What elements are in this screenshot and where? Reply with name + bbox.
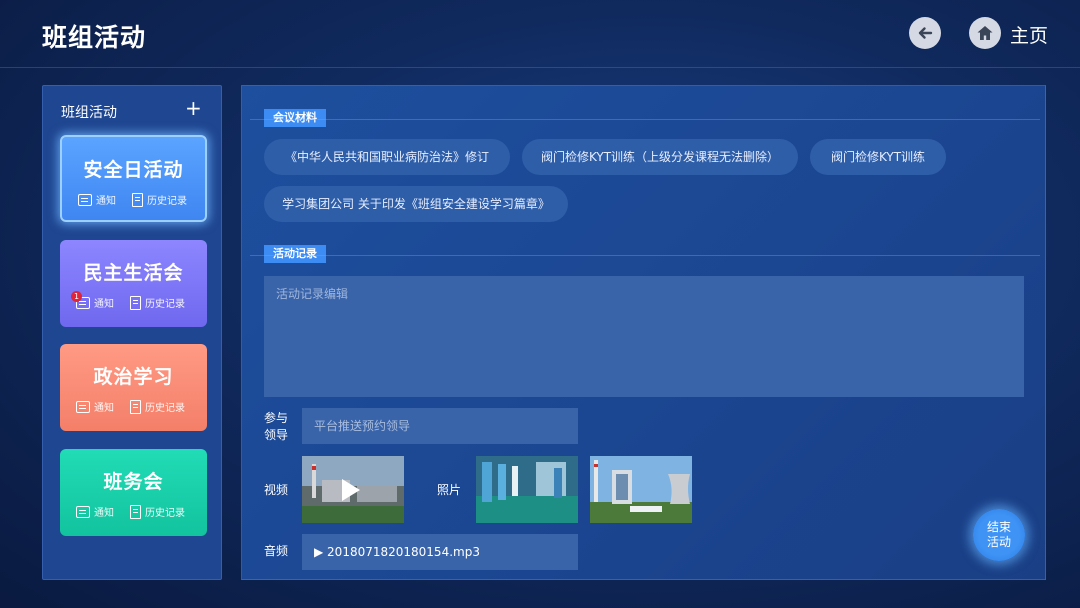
add-activity-button[interactable]: + xyxy=(185,98,202,118)
notice-label: 通知 xyxy=(94,403,114,414)
end-activity-button[interactable]: 结束活动 xyxy=(973,509,1025,561)
history-label: 历史记录 xyxy=(145,508,185,519)
card-democratic-meeting[interactable]: 民主生活会 1 通知 历史记录 xyxy=(60,240,207,327)
back-button[interactable] xyxy=(909,17,941,49)
end-activity-label: 结束活动 xyxy=(986,520,1011,549)
history-icon xyxy=(130,399,141,414)
sidebar-title: 班组活动 xyxy=(61,105,117,121)
photo-thumbnail-1[interactable] xyxy=(476,456,578,523)
activity-main-panel: 会议材料 《中华人民共和国职业病防治法》修订 阀门检修KYT训练（上级分发课程无… xyxy=(241,85,1046,580)
leader-label: 参与 领导 xyxy=(264,411,289,442)
photo-image-workshop xyxy=(476,456,578,523)
play-icon xyxy=(342,479,360,501)
notice-icon xyxy=(76,400,90,413)
notice-link[interactable]: 通知 xyxy=(78,192,116,207)
history-label: 历史记录 xyxy=(147,196,187,207)
card-political-study[interactable]: 政治学习 通知 历史记录 xyxy=(60,344,207,431)
card-title: 安全日活动 xyxy=(83,159,184,181)
photo-image-power-plant xyxy=(590,456,692,523)
history-link[interactable]: 历史记录 xyxy=(130,295,185,310)
activity-record-editor[interactable]: 活动记录编辑 xyxy=(264,276,1024,397)
home-icon xyxy=(977,26,993,40)
history-link[interactable]: 历史记录 xyxy=(130,399,185,414)
history-icon xyxy=(130,295,141,310)
audio-file-item[interactable]: ▶ 2018071820180154.mp3 xyxy=(302,534,578,570)
audio-label: 音频 xyxy=(264,544,289,558)
home-label[interactable]: 主页 xyxy=(1010,21,1048,48)
history-label: 历史记录 xyxy=(145,299,185,310)
video-thumbnail[interactable] xyxy=(302,456,404,523)
card-title: 班务会 xyxy=(103,471,164,493)
card-team-meeting[interactable]: 班务会 通知 历史记录 xyxy=(60,449,207,536)
material-chip[interactable]: 阀门检修KYT训练 xyxy=(810,139,946,175)
history-link[interactable]: 历史记录 xyxy=(132,192,187,207)
material-chip[interactable]: 阀门检修KYT训练（上级分发课程无法删除） xyxy=(522,139,798,175)
photo-thumbnail-2[interactable] xyxy=(590,456,692,523)
home-button[interactable] xyxy=(969,17,1001,49)
history-label: 历史记录 xyxy=(145,403,185,414)
arrow-left-icon xyxy=(918,27,933,39)
notice-label: 通知 xyxy=(94,508,114,519)
materials-section-tag: 会议材料 xyxy=(264,109,326,127)
activity-sidebar: 班组活动 + 安全日活动 通知 历史记录 民主生活会 1 通知 历史记录 政治学… xyxy=(42,85,222,580)
notice-link[interactable]: 通知 xyxy=(76,399,114,414)
notification-badge: 1 xyxy=(71,290,82,302)
notice-icon: 1 xyxy=(71,290,90,309)
record-divider xyxy=(250,255,1040,256)
history-link[interactable]: 历史记录 xyxy=(130,504,185,519)
notice-label: 通知 xyxy=(94,299,114,310)
material-chip[interactable]: 学习集团公司 关于印发《班组安全建设学习篇章》 xyxy=(264,186,568,222)
notice-icon xyxy=(76,505,90,518)
card-title: 政治学习 xyxy=(93,366,174,388)
notice-link[interactable]: 通知 xyxy=(76,504,114,519)
materials-divider xyxy=(250,119,1040,120)
history-icon xyxy=(132,192,143,207)
record-section-tag: 活动记录 xyxy=(264,245,326,263)
video-label: 视频 xyxy=(264,483,289,497)
leader-input[interactable]: 平台推送预约领导 xyxy=(302,408,578,444)
notice-icon xyxy=(78,193,92,206)
photo-label: 照片 xyxy=(437,483,462,497)
top-bar: 班组活动 主页 xyxy=(0,0,1080,68)
notice-label: 通知 xyxy=(96,196,116,207)
card-safety-day[interactable]: 安全日活动 通知 历史记录 xyxy=(60,135,207,222)
card-title: 民主生活会 xyxy=(83,262,184,284)
notice-link[interactable]: 1 通知 xyxy=(71,290,114,310)
page-title: 班组活动 xyxy=(42,23,147,52)
material-chip[interactable]: 《中华人民共和国职业病防治法》修订 xyxy=(264,139,510,175)
history-icon xyxy=(130,504,141,519)
